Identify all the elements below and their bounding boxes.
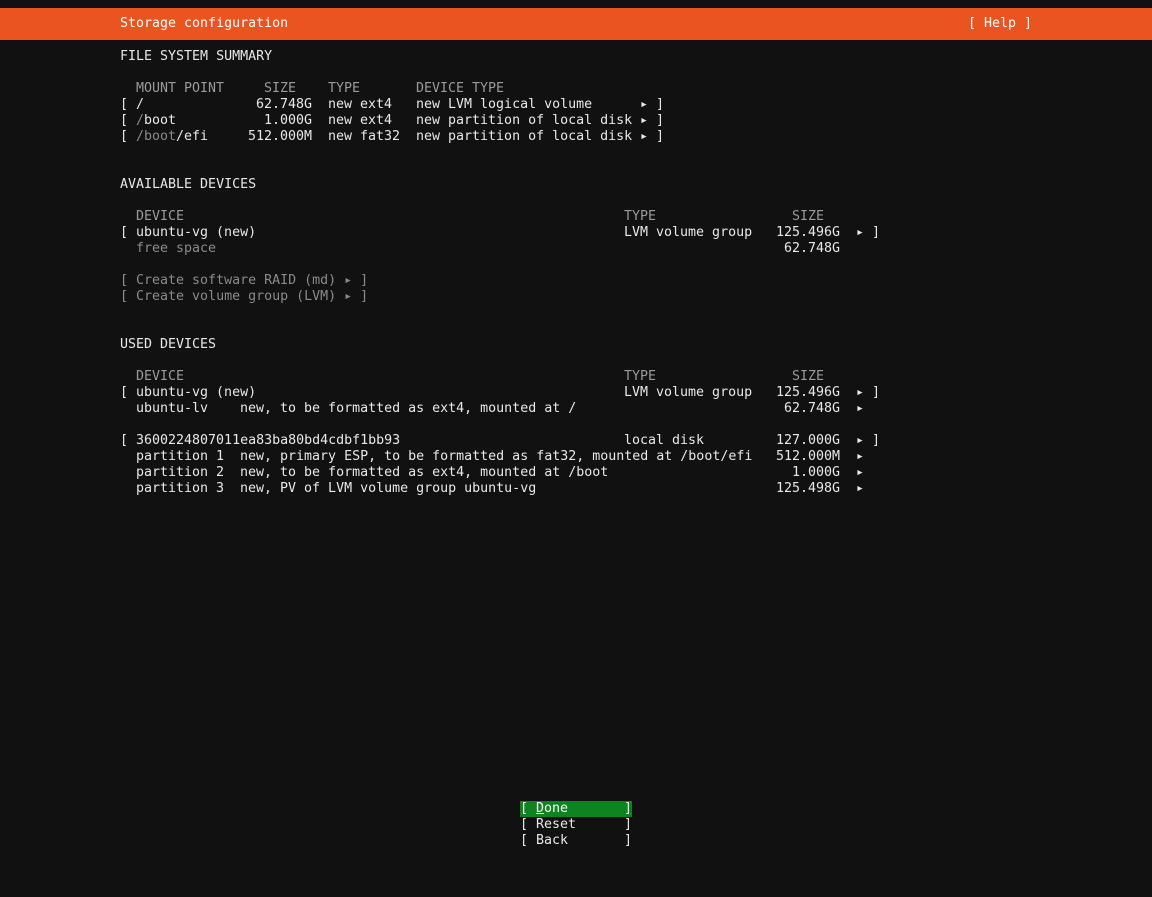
partition-size: 1.000G xyxy=(791,465,840,480)
back-button[interactable]: [ Back ] xyxy=(520,833,632,849)
row-menu-arrow-icon[interactable]: ▸ ] xyxy=(856,385,880,401)
disk-size: 127.000G xyxy=(775,433,840,448)
fs-type: new fat32 xyxy=(328,129,401,144)
reset-button[interactable]: [ Reset ] xyxy=(520,817,632,833)
avail-col-device: DEVICE xyxy=(136,209,185,224)
avail-col-size: SIZE xyxy=(792,209,825,224)
device-size: 125.496G xyxy=(775,385,840,400)
used-col-size: SIZE xyxy=(792,369,825,384)
row-menu-arrow-icon[interactable]: ▸ xyxy=(856,401,864,417)
fs-col-size: SIZE xyxy=(264,81,297,96)
fs-type: new ext4 xyxy=(328,113,393,128)
row-menu-arrow-icon[interactable]: ▸ ] xyxy=(856,225,880,241)
button-close-bracket: ] xyxy=(624,801,633,816)
row-open-bracket: [ xyxy=(120,433,129,448)
avail-col-type: TYPE xyxy=(624,209,657,224)
fs-mount-point: boot xyxy=(144,113,177,128)
device-type: LVM volume group xyxy=(624,225,753,240)
fs-col-mount-point: MOUNT POINT xyxy=(136,81,225,96)
partition-name: partition 2 xyxy=(136,465,225,480)
create-raid-button[interactable]: [ Create software RAID (md) ▸ ] xyxy=(120,273,368,289)
device-type: LVM volume group xyxy=(624,385,753,400)
fs-col-device-type: DEVICE TYPE xyxy=(416,81,505,96)
free-space-label: free space xyxy=(136,241,217,256)
fs-summary-heading: FILE SYSTEM SUMMARY xyxy=(120,49,273,64)
done-label-rest: one xyxy=(544,801,569,816)
row-open-bracket: [ xyxy=(120,385,129,400)
disk-serial: 3600224807011ea83ba80bd4cdbf1bb93 xyxy=(136,433,401,448)
row-menu-arrow-icon[interactable]: ▸ ] xyxy=(640,129,664,145)
device-name: ubuntu-vg (new) xyxy=(136,225,257,240)
fs-col-type: TYPE xyxy=(328,81,361,96)
back-label: Back xyxy=(536,833,569,848)
lv-size: 62.748G xyxy=(783,401,840,416)
used-col-device: DEVICE xyxy=(136,369,185,384)
used-devices-heading: USED DEVICES xyxy=(120,337,217,352)
row-menu-arrow-icon[interactable]: ▸ ] xyxy=(640,97,664,113)
fs-device-type: new partition of local disk xyxy=(416,113,633,128)
title-bar: Storage configuration [ Help ] xyxy=(0,8,1152,40)
device-size: 125.496G xyxy=(775,225,840,240)
help-button[interactable]: [ Help ] xyxy=(968,16,1032,32)
row-menu-arrow-icon[interactable]: ▸ xyxy=(856,481,864,497)
row-menu-arrow-icon[interactable]: ▸ xyxy=(856,465,864,481)
fs-mount-point: / xyxy=(136,97,145,112)
disk-type: local disk xyxy=(624,433,705,448)
fs-row-open-bracket: [ xyxy=(120,113,129,128)
button-close-bracket: ] xyxy=(624,833,633,848)
page-title: Storage configuration xyxy=(120,16,289,31)
fs-device-type: new partition of local disk xyxy=(416,129,633,144)
available-devices-heading: AVAILABLE DEVICES xyxy=(120,177,257,192)
fs-mount-prefix: / xyxy=(136,113,145,128)
fs-device-type: new LVM logical volume xyxy=(416,97,593,112)
reset-label: Reset xyxy=(536,817,577,832)
row-menu-arrow-icon[interactable]: ▸ ] xyxy=(640,113,664,129)
lv-description: new, to be formatted as ext4, mounted at… xyxy=(240,401,577,416)
partition-description: new, PV of LVM volume group ubuntu-vg xyxy=(240,481,537,496)
fs-type: new ext4 xyxy=(328,97,393,112)
partition-name: partition 3 xyxy=(136,481,225,496)
fs-size: 512.000M xyxy=(247,129,312,144)
fs-size: 1.000G xyxy=(263,113,312,128)
free-space-size: 62.748G xyxy=(783,241,840,256)
fs-size: 62.748G xyxy=(255,97,312,112)
lv-name: ubuntu-lv xyxy=(136,401,209,416)
fs-row-open-bracket: [ xyxy=(120,97,129,112)
partition-description: new, primary ESP, to be formatted as fat… xyxy=(240,449,753,464)
device-name: ubuntu-vg (new) xyxy=(136,385,257,400)
row-open-bracket: [ xyxy=(120,225,129,240)
partition-size: 125.498G xyxy=(775,481,840,496)
button-open-bracket: [ xyxy=(520,817,529,832)
done-button[interactable]: [ Done ] xyxy=(520,801,632,817)
partition-name: partition 1 xyxy=(136,449,225,464)
fs-row-open-bracket: [ xyxy=(120,129,129,144)
done-hotkey: D xyxy=(536,801,545,816)
fs-mount-point: /efi xyxy=(176,129,209,144)
button-close-bracket: ] xyxy=(624,817,633,832)
partition-description: new, to be formatted as ext4, mounted at… xyxy=(240,465,609,480)
button-open-bracket: [ xyxy=(520,801,529,816)
partition-size: 512.000M xyxy=(775,449,840,464)
fs-mount-prefix: /boot xyxy=(136,129,177,144)
create-lvm-button[interactable]: [ Create volume group (LVM) ▸ ] xyxy=(120,289,368,305)
row-menu-arrow-icon[interactable]: ▸ ] xyxy=(856,433,880,449)
done-label: Done xyxy=(536,801,568,817)
row-menu-arrow-icon[interactable]: ▸ xyxy=(856,449,864,465)
button-open-bracket: [ xyxy=(520,833,529,848)
used-col-type: TYPE xyxy=(624,369,657,384)
